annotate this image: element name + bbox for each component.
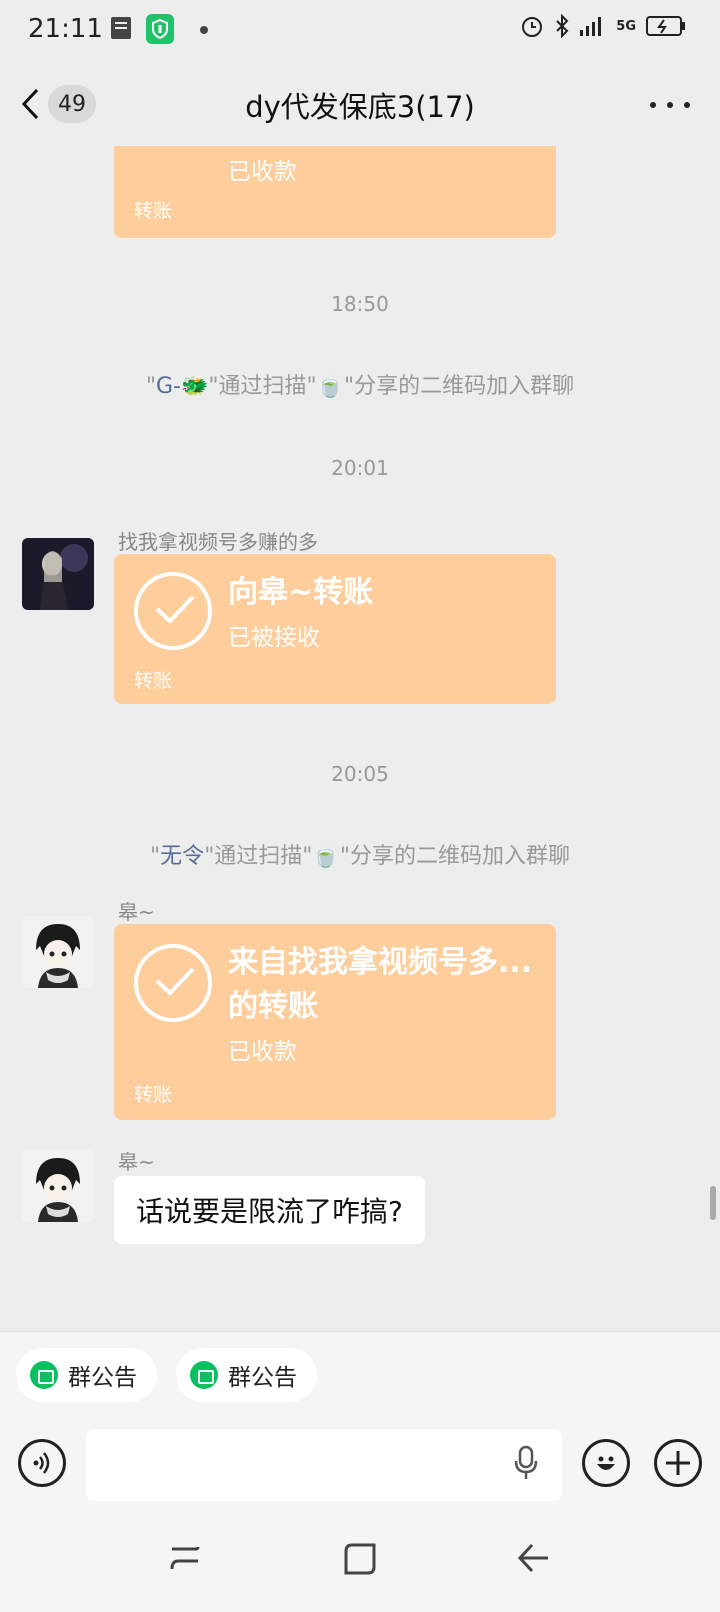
message-list[interactable]: 已收款 转账 18:50 "G-🐲"通过扫描"🍵"分享的二维码加入群聊 20:0…: [0, 146, 720, 1331]
transfer-title-line2: 的转账: [228, 989, 318, 1024]
chip-label: 群公告: [228, 1365, 297, 1391]
transfer-title-line1: 来自找我拿视频号多...: [228, 945, 533, 980]
member-name-link[interactable]: G-🐲: [156, 374, 208, 399]
voice-mode-button[interactable]: [18, 1439, 66, 1487]
sender-name: 找我拿视频号多赚的多: [118, 530, 318, 554]
system-message-text: "通过扫描"🍵"分享的二维码加入群聊: [204, 844, 570, 869]
notification-icon: [111, 17, 131, 39]
member-name-link[interactable]: 无令: [160, 844, 204, 869]
avatar-image: [22, 1150, 94, 1222]
voice-wave-icon: [33, 1452, 50, 1474]
checkmark-circle-icon: [134, 572, 212, 650]
timestamp: 18:50: [331, 292, 389, 316]
avatar[interactable]: [22, 916, 94, 988]
quote-mark: ": [150, 844, 161, 869]
more-dot-icon: [667, 102, 673, 108]
transfer-message[interactable]: 已收款 转账: [114, 146, 556, 238]
system-message-text: "通过扫描"🍵"分享的二维码加入群聊: [208, 374, 575, 399]
chat-header: 49 dy代发保底3(17): [0, 62, 720, 146]
checkmark-circle-icon: [134, 944, 212, 1022]
more-dot-icon: [684, 102, 690, 108]
avatar-image: [22, 538, 94, 610]
security-app-icon: [146, 14, 174, 44]
chat-title: dy代发保底3(17): [245, 90, 475, 124]
group-notice-chip[interactable]: 群公告: [16, 1348, 157, 1402]
status-time: 21:11: [28, 14, 103, 44]
status-indicators: 5G: [520, 14, 686, 38]
transfer-title: 向皋~转账: [228, 575, 374, 610]
system-message: "G-🐲"通过扫描"🍵"分享的二维码加入群聊: [0, 368, 720, 400]
system-message: "无令"通过扫描"🍵"分享的二维码加入群聊: [0, 838, 720, 870]
transfer-label: 转账: [134, 670, 173, 692]
plus-icon: [666, 1451, 690, 1475]
avatar-image: [22, 916, 94, 988]
timestamp: 20:05: [331, 762, 389, 786]
battery-icon: [646, 16, 685, 36]
notice-icon: [190, 1361, 218, 1389]
notice-icon: [30, 1361, 58, 1389]
transfer-message[interactable]: 向皋~转账 已被接收 转账: [114, 554, 556, 704]
transfer-status: 已收款: [228, 1039, 297, 1065]
chip-label: 群公告: [68, 1365, 137, 1391]
input-bar: [0, 1413, 720, 1513]
home-icon[interactable]: [342, 1541, 378, 1577]
group-notice-chip[interactable]: 群公告: [176, 1348, 317, 1402]
more-functions-button[interactable]: [654, 1439, 702, 1487]
message-input[interactable]: [86, 1429, 562, 1501]
avatar[interactable]: [22, 538, 94, 610]
emoji-button[interactable]: [582, 1439, 630, 1487]
transfer-label: 转账: [134, 1084, 173, 1106]
more-dot-icon: [650, 102, 656, 108]
alarm-icon: [522, 17, 543, 37]
avatar[interactable]: [22, 1150, 94, 1222]
bluetooth-icon: [556, 14, 569, 38]
recent-apps-icon[interactable]: [168, 1541, 202, 1575]
quote-mark: ": [145, 374, 156, 399]
back-nav-icon[interactable]: [516, 1541, 552, 1575]
more-menu-button[interactable]: [650, 90, 690, 120]
sender-name: 皋~: [118, 1150, 155, 1174]
microphone-icon[interactable]: [514, 1445, 538, 1481]
dot-icon: [200, 26, 208, 34]
quick-actions-bar: 群公告 群公告: [0, 1331, 720, 1413]
smiley-icon: [597, 1456, 615, 1470]
transfer-status: 已收款: [228, 159, 297, 185]
status-bar: 21:11 5G: [0, 0, 720, 62]
signal-icon: [580, 17, 602, 36]
scrollbar-thumb[interactable]: [710, 1186, 716, 1220]
system-nav-bar: [0, 1513, 720, 1612]
text-message[interactable]: 话说要是限流了咋搞?: [114, 1176, 425, 1244]
network-type: 5G: [616, 18, 636, 34]
transfer-status: 已被接收: [228, 625, 320, 651]
transfer-label: 转账: [134, 200, 173, 222]
transfer-message[interactable]: 来自找我拿视频号多... 的转账 已收款 转账: [114, 924, 556, 1120]
sender-name: 皋~: [118, 900, 155, 924]
timestamp: 20:01: [331, 456, 389, 480]
